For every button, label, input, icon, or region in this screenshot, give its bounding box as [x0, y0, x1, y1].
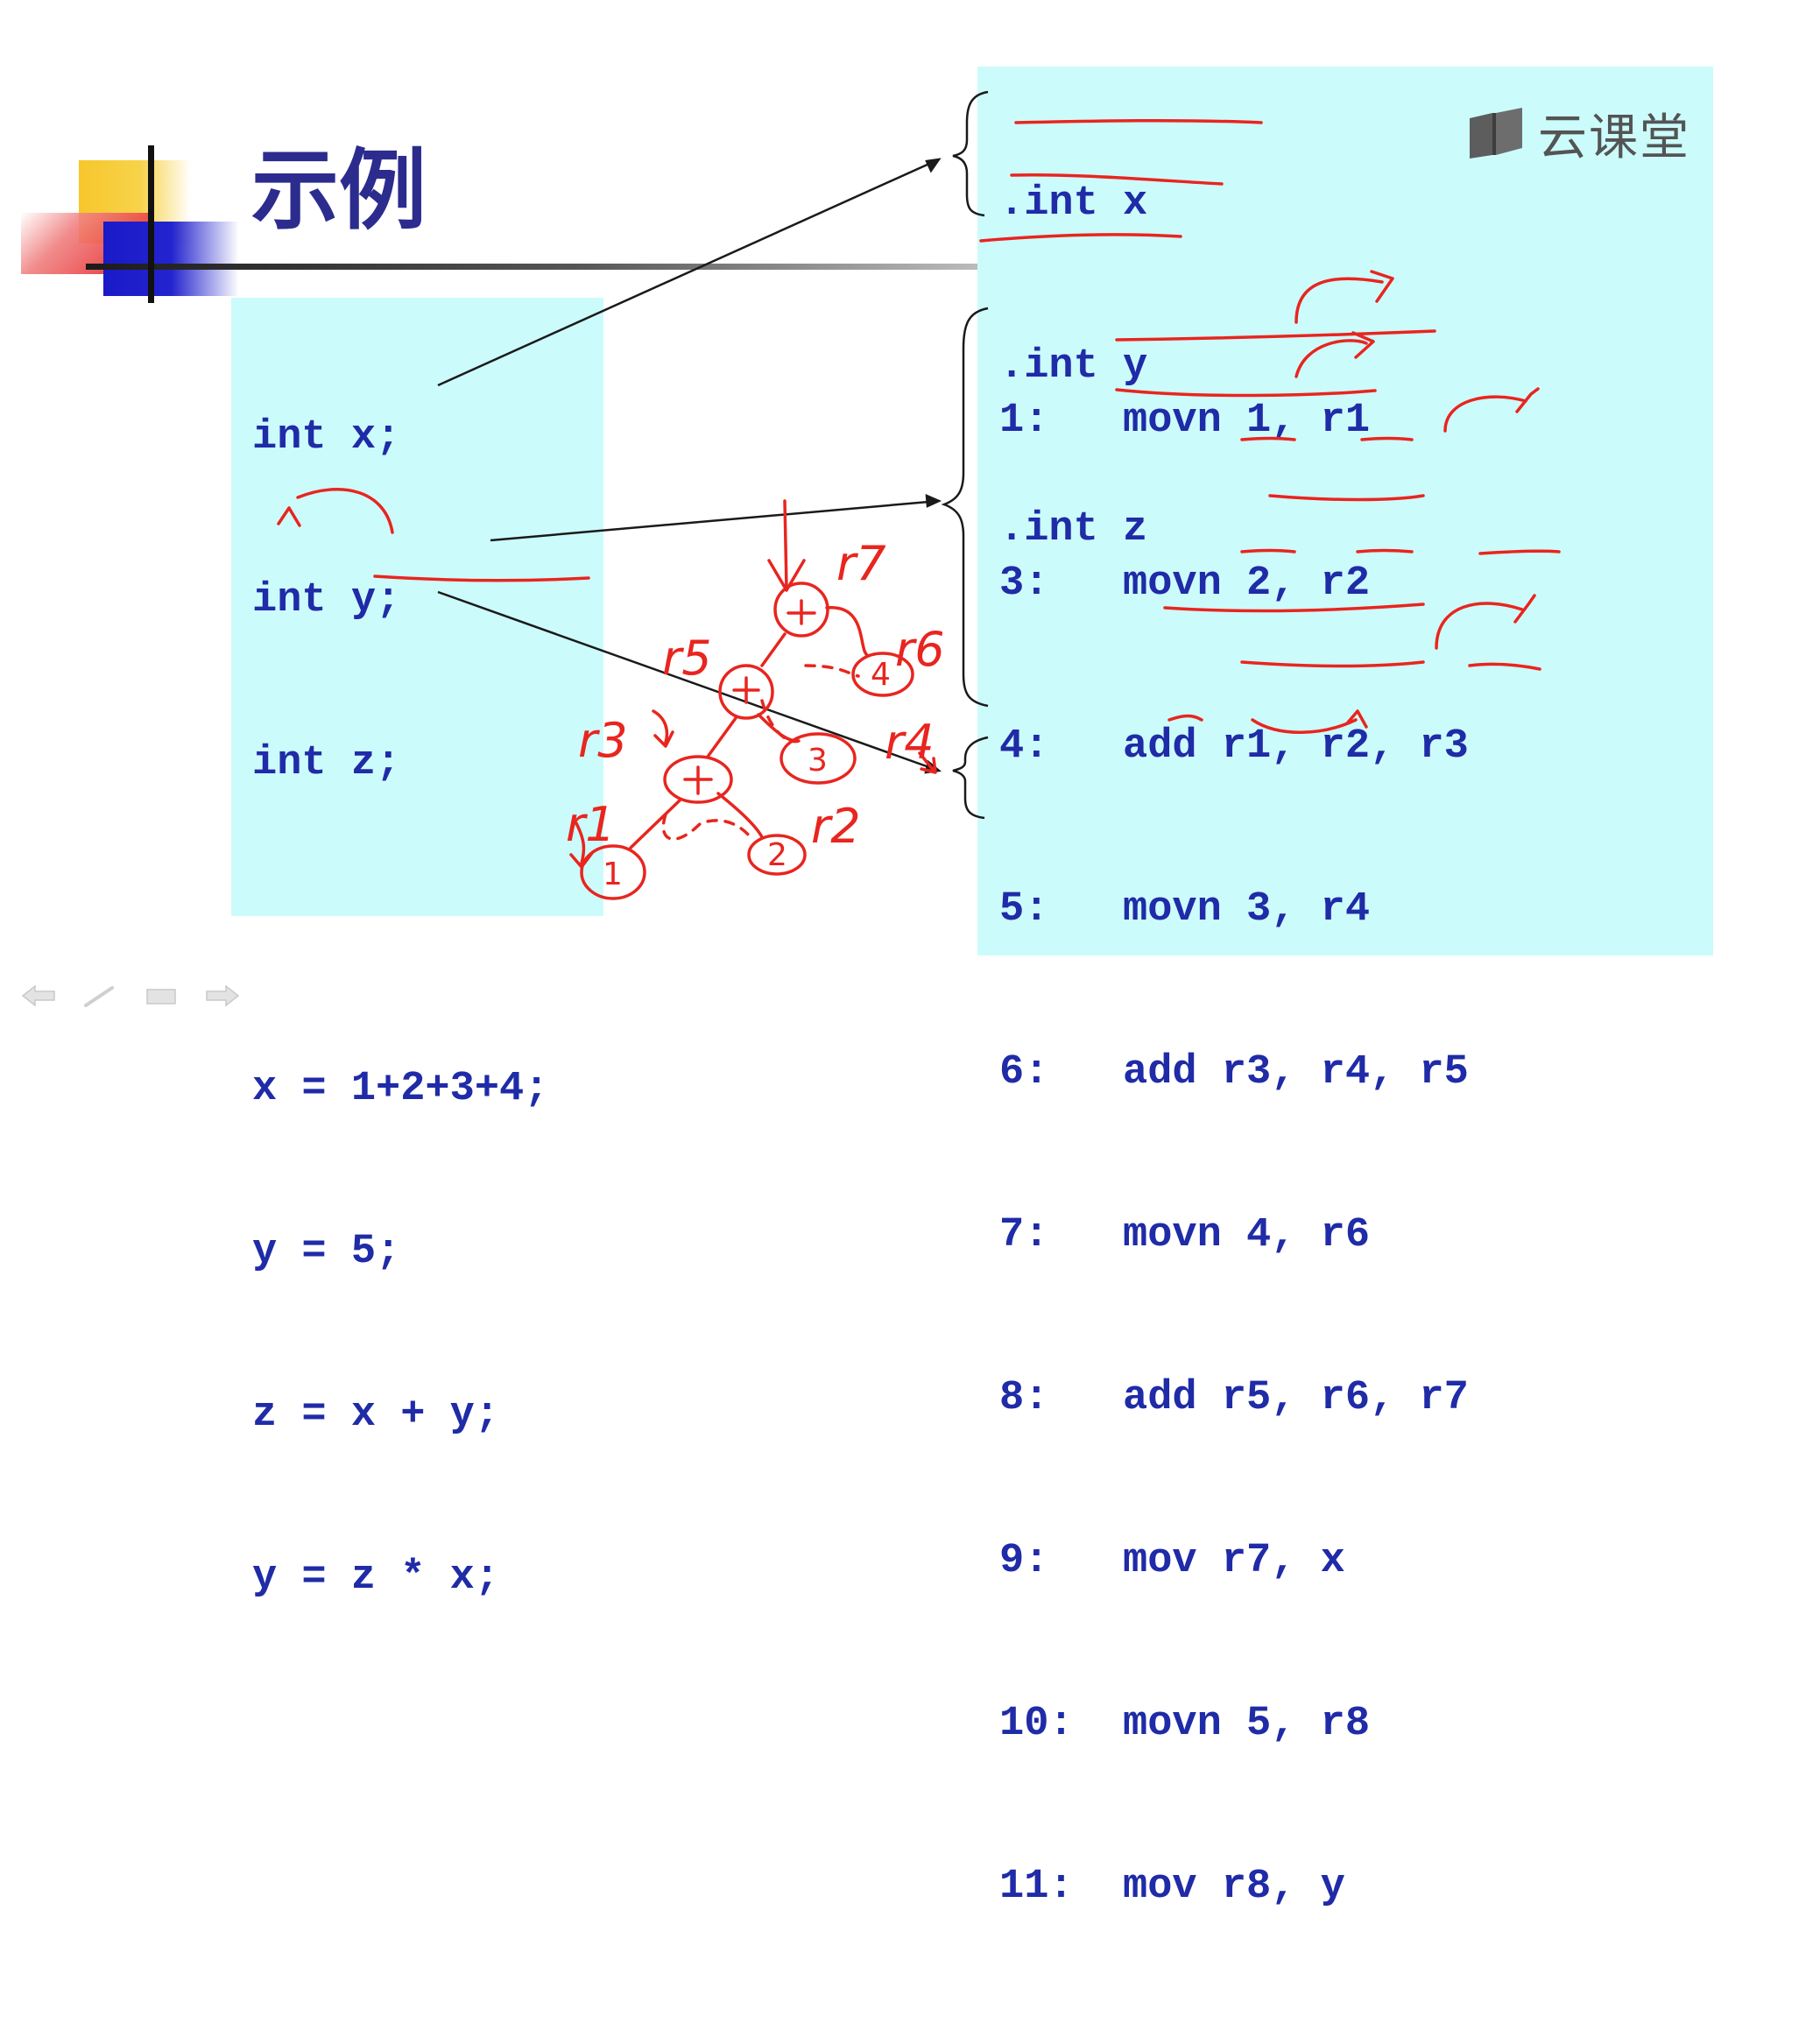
logo-text: 云课堂 [1538, 109, 1690, 166]
source-line [252, 899, 548, 954]
tree-edge [825, 606, 869, 657]
arrowhead-assign [924, 759, 942, 774]
tree-node-plus [718, 664, 774, 720]
tree-node-2 [747, 834, 807, 876]
tree-edge [629, 799, 681, 849]
source-line: int x; [252, 414, 401, 461]
asm-instruction: 5: movn 3, r4 [999, 886, 1371, 933]
slide: 示例 int x; int y; int z; x = 1+2+3+4; y =… [0, 0, 1820, 1910]
asm-instruction: 10: movn 5, r8 [999, 1701, 1371, 1747]
source-line: int y; [252, 577, 401, 624]
tree-edge [760, 632, 787, 667]
node-label-3: 3 [808, 743, 828, 779]
pen-icon [84, 986, 114, 1007]
prev-slide-button[interactable] [18, 983, 60, 1009]
next-slide-button[interactable] [201, 983, 243, 1009]
asm-instruction: 1: movn 1, r1 [999, 398, 1371, 444]
slide-menu-button[interactable] [140, 983, 182, 1009]
register-label-r5: r5 [662, 631, 712, 686]
asm-instruction: 6: add r3, r4, r5 [999, 1049, 1469, 1096]
slide-navigation [18, 983, 243, 1009]
arrowhead-expr [925, 494, 942, 508]
book-icon [1470, 107, 1522, 159]
tree-node-3 [779, 732, 857, 785]
node-label-4: 4 [871, 657, 891, 693]
asm-instruction: 11: mov r8, y [999, 1864, 1345, 1910]
node-label-1: 1 [603, 856, 623, 892]
asm-instruction: 7: movn 4, r6 [999, 1212, 1371, 1258]
source-code: int x; int y; int z; x = 1+2+3+4; y = 5;… [252, 302, 548, 1714]
pen-tool-button[interactable] [79, 983, 121, 1009]
title-deco-vline [148, 145, 154, 303]
plus-sign [787, 599, 816, 625]
tree-edge [757, 713, 799, 743]
node-arrow [918, 751, 937, 774]
down-arrow [767, 499, 806, 592]
slide-title: 示例 [251, 139, 427, 242]
node-arrow [652, 709, 674, 748]
tree-edge [716, 792, 764, 839]
arrowhead-decl [925, 158, 942, 173]
asm-declaration: .int x [999, 180, 1148, 227]
tree-edge [706, 716, 737, 758]
register-label-r6: r6 [895, 622, 945, 677]
source-line: x = 1+2+3+4; [252, 1066, 549, 1112]
register-label-r7: r7 [836, 536, 886, 591]
arrow-left-icon [21, 984, 55, 1007]
register-label-r4: r4 [885, 715, 935, 770]
tree-node-4 [851, 652, 914, 697]
asm-instruction: 9: mov r7, x [999, 1538, 1345, 1584]
register-label-r2: r2 [811, 799, 861, 854]
tree-node-plus [663, 755, 733, 804]
tree-node-plus [773, 582, 829, 638]
node-label-2: 2 [767, 837, 787, 873]
tree-edge-dashed [661, 813, 755, 842]
arrow-right-icon [206, 984, 240, 1007]
asm-instruction: 3: movn 2, r2 [999, 560, 1371, 607]
source-line: y = z * x; [252, 1554, 500, 1601]
menu-icon [146, 989, 176, 1004]
asm-instruction: 8: add r5, r6, r7 [999, 1375, 1469, 1421]
yunketang-logo: 云课堂 [1466, 98, 1690, 169]
asm-instructions: 1: movn 1, r1 3: movn 2, r2 4: add r1, r… [999, 285, 1469, 2023]
plus-sign [683, 765, 713, 795]
source-line: z = x + y; [252, 1392, 500, 1438]
source-line: int z; [252, 740, 401, 786]
tree-edge-dashed [804, 664, 860, 678]
tree-edge-dashed [760, 699, 801, 744]
asm-instruction: 4: add r1, r2, r3 [999, 723, 1469, 770]
plus-sign [732, 676, 760, 704]
title-deco-blue [103, 222, 239, 296]
title-underline [86, 264, 978, 270]
source-line: y = 5; [252, 1229, 401, 1275]
